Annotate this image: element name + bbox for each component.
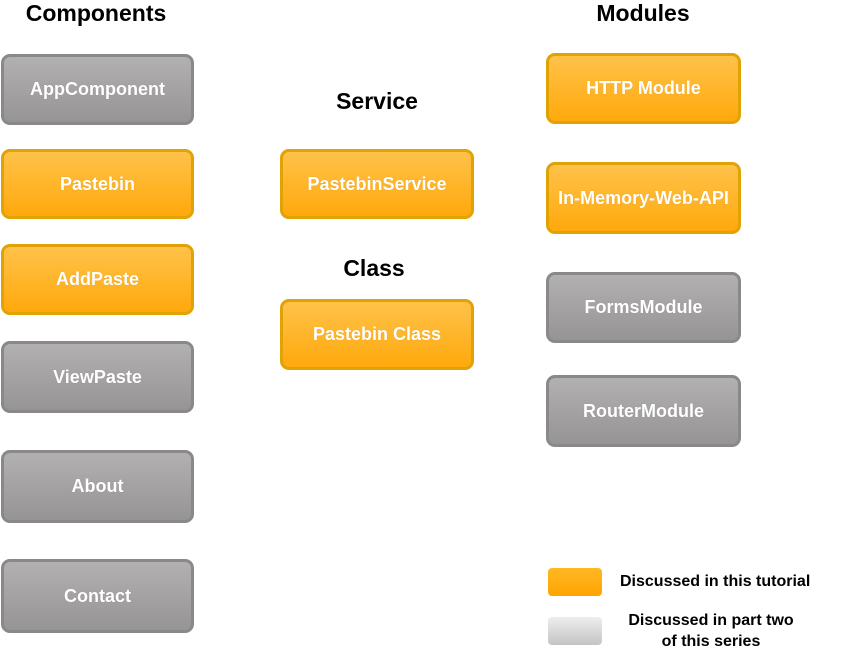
http-module-box: HTTP Module xyxy=(546,53,741,124)
pastebin-service-box: PastebinService xyxy=(280,149,474,219)
legend-future-label: Discussed in part two of this series xyxy=(618,610,804,652)
in-memory-web-api-box: In-Memory-Web-API xyxy=(546,162,741,234)
viewpaste-component-box: ViewPaste xyxy=(1,341,194,413)
legend-future-line2: of this series xyxy=(661,633,761,650)
class-header: Class xyxy=(343,255,405,281)
addpaste-component-box: AddPaste xyxy=(1,244,194,315)
legend-orange-swatch xyxy=(548,568,602,596)
router-module-box: RouterModule xyxy=(546,375,741,447)
modules-header: Modules xyxy=(596,0,690,26)
components-header: Components xyxy=(25,0,167,26)
pastebin-class-box: Pastebin Class xyxy=(280,299,474,370)
legend-gray-swatch xyxy=(548,617,602,645)
app-component-box: AppComponent xyxy=(1,54,194,125)
forms-module-box: FormsModule xyxy=(546,272,741,343)
service-header: Service xyxy=(336,88,418,114)
contact-component-box: Contact xyxy=(1,559,194,633)
legend-future-line1: Discussed in part two xyxy=(628,612,794,629)
about-component-box: About xyxy=(1,450,194,523)
legend-current-label: Discussed in this tutorial xyxy=(620,573,811,590)
pastebin-component-box: Pastebin xyxy=(1,149,194,219)
